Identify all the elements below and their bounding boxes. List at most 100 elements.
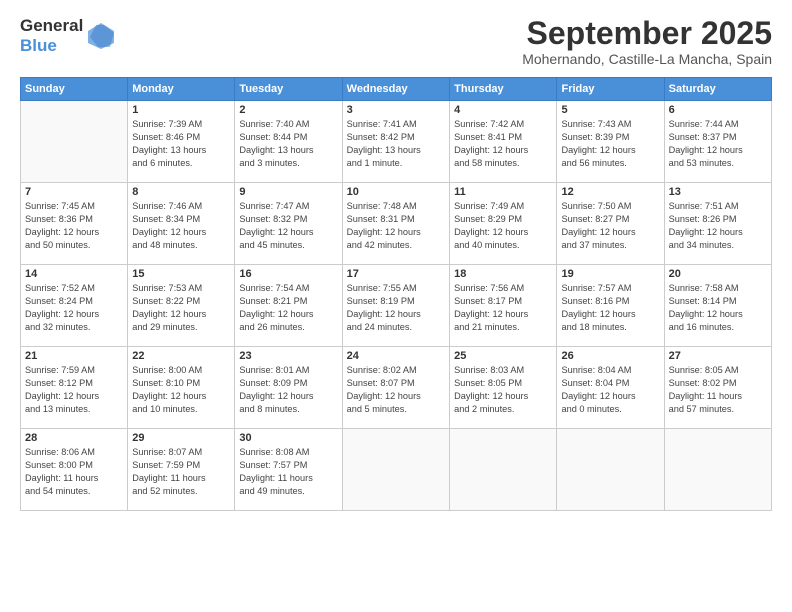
calendar-week-1: 1 Sunrise: 7:39 AM Sunset: 8:46 PM Daylig… [21, 101, 772, 183]
calendar-cell: 14 Sunrise: 7:52 AM Sunset: 8:24 PM Dayli… [21, 265, 128, 347]
calendar-cell: 6Sunrise: 7:44 AM Sunset: 8:37 PM Daylig… [664, 101, 771, 183]
calendar-week-2: 7 Sunrise: 7:45 AM Sunset: 8:36 PM Daylig… [21, 183, 772, 265]
day-number: 15 [132, 268, 230, 280]
subtitle: Mohernando, Castille-La Mancha, Spain [522, 51, 772, 67]
calendar-cell: 1 Sunrise: 7:39 AM Sunset: 8:46 PM Daylig… [128, 101, 235, 183]
header-wednesday: Wednesday [342, 78, 449, 101]
day-number: 7 [25, 186, 123, 198]
calendar-cell: 15Sunrise: 7:53 AM Sunset: 8:22 PM Dayli… [128, 265, 235, 347]
calendar-cell: 26 Sunrise: 8:04 AM Sunset: 8:04 PM Dayli… [557, 347, 664, 429]
day-info: Sunrise: 7:55 AM Sunset: 8:19 PM Dayligh… [347, 282, 445, 334]
day-info: Sunrise: 7:58 AM Sunset: 8:14 PM Dayligh… [669, 282, 767, 334]
day-number: 23 [239, 350, 337, 362]
day-info: Sunrise: 7:39 AM Sunset: 8:46 PM Dayligh… [132, 118, 230, 170]
calendar-cell: 29 Sunrise: 8:07 AM Sunset: 7:59 PM Dayli… [128, 429, 235, 511]
day-number: 1 [132, 104, 230, 116]
day-info: Sunrise: 7:54 AM Sunset: 8:21 PM Dayligh… [239, 282, 337, 334]
calendar-cell: 17 Sunrise: 7:55 AM Sunset: 8:19 PM Dayli… [342, 265, 449, 347]
day-info: Sunrise: 7:56 AM Sunset: 8:17 PM Dayligh… [454, 282, 552, 334]
day-info: Sunrise: 8:04 AM Sunset: 8:04 PM Dayligh… [561, 364, 659, 416]
day-number: 11 [454, 186, 552, 198]
calendar-cell: 7 Sunrise: 7:45 AM Sunset: 8:36 PM Daylig… [21, 183, 128, 265]
day-number: 12 [561, 186, 659, 198]
day-number: 2 [239, 104, 337, 116]
header-thursday: Thursday [450, 78, 557, 101]
day-number: 30 [239, 432, 337, 444]
day-info: Sunrise: 7:48 AM Sunset: 8:31 PM Dayligh… [347, 200, 445, 252]
day-number: 8 [132, 186, 230, 198]
day-info: Sunrise: 8:00 AM Sunset: 8:10 PM Dayligh… [132, 364, 230, 416]
day-number: 13 [669, 186, 767, 198]
header-saturday: Saturday [664, 78, 771, 101]
calendar-cell: 30Sunrise: 8:08 AM Sunset: 7:57 PM Dayli… [235, 429, 342, 511]
day-number: 20 [669, 268, 767, 280]
calendar-cell: 21 Sunrise: 7:59 AM Sunset: 8:12 PM Dayli… [21, 347, 128, 429]
calendar-cell: 2 Sunrise: 7:40 AM Sunset: 8:44 PM Daylig… [235, 101, 342, 183]
page-header: General Blue September 2025 Mohernando, … [20, 16, 772, 67]
calendar-week-5: 28 Sunrise: 8:06 AM Sunset: 8:00 PM Dayli… [21, 429, 772, 511]
day-info: Sunrise: 7:46 AM Sunset: 8:34 PM Dayligh… [132, 200, 230, 252]
logo-general: General [20, 16, 83, 35]
logo-icon [86, 21, 116, 51]
day-number: 9 [239, 186, 337, 198]
day-info: Sunrise: 7:52 AM Sunset: 8:24 PM Dayligh… [25, 282, 123, 334]
calendar-cell: 8 Sunrise: 7:46 AM Sunset: 8:34 PM Daylig… [128, 183, 235, 265]
day-number: 14 [25, 268, 123, 280]
day-number: 29 [132, 432, 230, 444]
calendar-cell: 25Sunrise: 8:03 AM Sunset: 8:05 PM Dayli… [450, 347, 557, 429]
day-number: 26 [561, 350, 659, 362]
day-info: Sunrise: 7:41 AM Sunset: 8:42 PM Dayligh… [347, 118, 445, 170]
calendar-cell [557, 429, 664, 511]
day-number: 28 [25, 432, 123, 444]
calendar-cell: 4 Sunrise: 7:42 AM Sunset: 8:41 PM Daylig… [450, 101, 557, 183]
header-sunday: Sunday [21, 78, 128, 101]
day-number: 17 [347, 268, 445, 280]
calendar-cell: 10 Sunrise: 7:48 AM Sunset: 8:31 PM Dayli… [342, 183, 449, 265]
header-friday: Friday [557, 78, 664, 101]
day-info: Sunrise: 7:40 AM Sunset: 8:44 PM Dayligh… [239, 118, 337, 170]
header-tuesday: Tuesday [235, 78, 342, 101]
day-number: 22 [132, 350, 230, 362]
logo: General Blue [20, 16, 116, 56]
day-info: Sunrise: 7:57 AM Sunset: 8:16 PM Dayligh… [561, 282, 659, 334]
calendar-cell: 23 Sunrise: 8:01 AM Sunset: 8:09 PM Dayli… [235, 347, 342, 429]
day-info: Sunrise: 7:51 AM Sunset: 8:26 PM Dayligh… [669, 200, 767, 252]
calendar-cell: 28 Sunrise: 8:06 AM Sunset: 8:00 PM Dayli… [21, 429, 128, 511]
day-number: 3 [347, 104, 445, 116]
day-info: Sunrise: 7:42 AM Sunset: 8:41 PM Dayligh… [454, 118, 552, 170]
header-monday: Monday [128, 78, 235, 101]
calendar-cell [450, 429, 557, 511]
calendar-cell: 11 Sunrise: 7:49 AM Sunset: 8:29 PM Dayli… [450, 183, 557, 265]
calendar-week-4: 21 Sunrise: 7:59 AM Sunset: 8:12 PM Dayli… [21, 347, 772, 429]
day-number: 16 [239, 268, 337, 280]
day-number: 27 [669, 350, 767, 362]
calendar-cell: 5Sunrise: 7:43 AM Sunset: 8:39 PM Daylig… [557, 101, 664, 183]
day-number: 21 [25, 350, 123, 362]
day-info: Sunrise: 7:47 AM Sunset: 8:32 PM Dayligh… [239, 200, 337, 252]
day-number: 18 [454, 268, 552, 280]
day-info: Sunrise: 7:43 AM Sunset: 8:39 PM Dayligh… [561, 118, 659, 170]
day-number: 4 [454, 104, 552, 116]
day-info: Sunrise: 8:05 AM Sunset: 8:02 PM Dayligh… [669, 364, 767, 416]
calendar-cell: 16 Sunrise: 7:54 AM Sunset: 8:21 PM Dayli… [235, 265, 342, 347]
day-info: Sunrise: 7:59 AM Sunset: 8:12 PM Dayligh… [25, 364, 123, 416]
calendar-week-3: 14 Sunrise: 7:52 AM Sunset: 8:24 PM Dayli… [21, 265, 772, 347]
day-info: Sunrise: 8:07 AM Sunset: 7:59 PM Dayligh… [132, 446, 230, 498]
calendar-cell: 12 Sunrise: 7:50 AM Sunset: 8:27 PM Dayli… [557, 183, 664, 265]
day-number: 6 [669, 104, 767, 116]
month-title: September 2025 [522, 16, 772, 51]
day-info: Sunrise: 7:45 AM Sunset: 8:36 PM Dayligh… [25, 200, 123, 252]
day-number: 24 [347, 350, 445, 362]
day-info: Sunrise: 8:06 AM Sunset: 8:00 PM Dayligh… [25, 446, 123, 498]
day-info: Sunrise: 8:03 AM Sunset: 8:05 PM Dayligh… [454, 364, 552, 416]
logo-blue: Blue [20, 36, 57, 55]
day-info: Sunrise: 8:02 AM Sunset: 8:07 PM Dayligh… [347, 364, 445, 416]
day-info: Sunrise: 7:49 AM Sunset: 8:29 PM Dayligh… [454, 200, 552, 252]
calendar-cell [342, 429, 449, 511]
day-info: Sunrise: 7:50 AM Sunset: 8:27 PM Dayligh… [561, 200, 659, 252]
day-number: 19 [561, 268, 659, 280]
day-info: Sunrise: 8:01 AM Sunset: 8:09 PM Dayligh… [239, 364, 337, 416]
day-number: 10 [347, 186, 445, 198]
calendar-cell: 24 Sunrise: 8:02 AM Sunset: 8:07 PM Dayli… [342, 347, 449, 429]
title-block: September 2025 Mohernando, Castille-La M… [522, 16, 772, 67]
